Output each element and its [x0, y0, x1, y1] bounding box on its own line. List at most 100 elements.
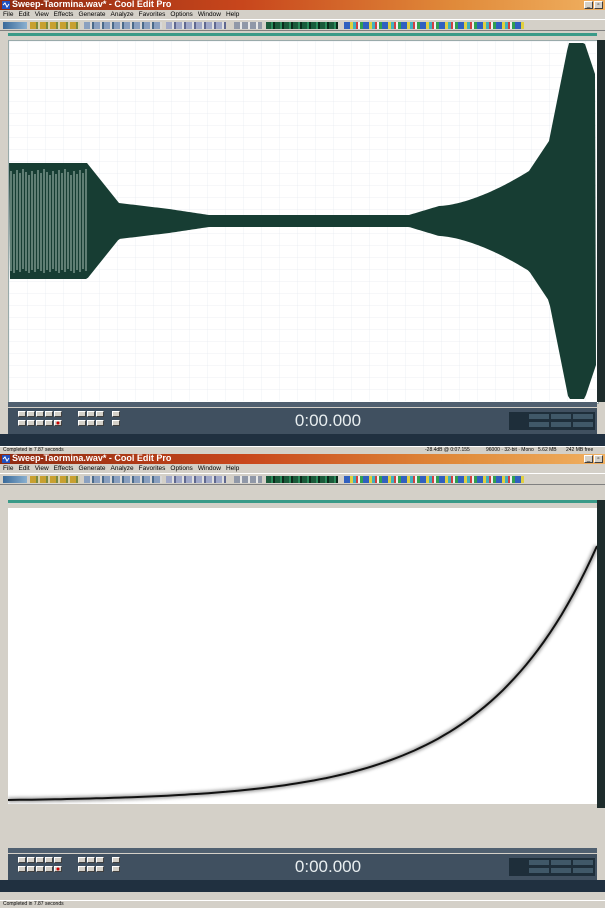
loop-button[interactable]: [54, 411, 62, 417]
time-ruler: [8, 402, 597, 407]
time-ruler: [8, 848, 597, 853]
toolbar-button-view-group[interactable]: [166, 476, 226, 483]
zoom-vertical-in-button[interactable]: [112, 857, 120, 863]
menu-file[interactable]: File: [3, 464, 13, 473]
selection-begin-field[interactable]: [529, 860, 549, 865]
zoom-left-button[interactable]: [78, 420, 86, 426]
menu-window[interactable]: Window: [198, 464, 221, 473]
rewind-button[interactable]: [27, 866, 35, 872]
menu-options[interactable]: Options: [170, 10, 192, 19]
play-to-end-button[interactable]: [45, 411, 53, 417]
window-title: Sweep-Taormina.wav* - Cool Edit Pro: [12, 0, 172, 9]
restore-button[interactable]: ▫: [594, 1, 603, 9]
minimize-button[interactable]: _: [584, 1, 593, 9]
menu-help[interactable]: Help: [226, 10, 239, 19]
menu-edit[interactable]: Edit: [18, 10, 29, 19]
toolbar-button-multitrack[interactable]: [3, 476, 27, 483]
restore-button[interactable]: ▫: [594, 455, 603, 463]
zoom-selection-button[interactable]: [96, 420, 104, 426]
title-bar[interactable]: Sweep-Taormina.wav* - Cool Edit Pro _ ▫: [0, 453, 605, 464]
selection-view-panel: [509, 858, 595, 876]
pause-button[interactable]: [36, 411, 44, 417]
play-button[interactable]: [27, 857, 35, 863]
toolbar-button-zoom-group[interactable]: [234, 22, 262, 29]
menu-bar: File Edit View Effects Generate Analyze …: [0, 10, 605, 19]
menu-analyze[interactable]: Analyze: [111, 464, 134, 473]
title-bar[interactable]: Sweep-Taormina.wav* - Cool Edit Pro _ ▫: [0, 0, 605, 10]
toolbar-button-file-group[interactable]: [30, 476, 80, 483]
stop-button[interactable]: [18, 857, 26, 863]
selection-end-field[interactable]: [551, 414, 571, 419]
view-end-field[interactable]: [551, 868, 571, 873]
toolbar-button-edit-group[interactable]: [84, 22, 162, 29]
rewind-button[interactable]: [27, 420, 35, 426]
view-length-field[interactable]: [573, 868, 593, 873]
menu-favorites[interactable]: Favorites: [139, 10, 166, 19]
selection-begin-field[interactable]: [529, 414, 549, 419]
go-to-start-button[interactable]: [18, 866, 26, 872]
menu-view[interactable]: View: [35, 464, 49, 473]
record-icon: [56, 867, 60, 871]
fast-forward-button[interactable]: [36, 866, 44, 872]
pause-button[interactable]: [36, 857, 44, 863]
zoom-right-button[interactable]: [87, 866, 95, 872]
toolbar-button-zoom-group[interactable]: [234, 476, 262, 483]
selection-end-field[interactable]: [551, 860, 571, 865]
toolbar-button-file-group[interactable]: [30, 22, 80, 29]
view-end-field[interactable]: [551, 422, 571, 427]
menu-effects[interactable]: Effects: [54, 10, 74, 19]
view-length-field[interactable]: [573, 422, 593, 427]
overview-bar[interactable]: [8, 500, 597, 503]
loop-button[interactable]: [54, 857, 62, 863]
menu-generate[interactable]: Generate: [78, 10, 105, 19]
view-begin-field[interactable]: [529, 422, 549, 427]
zoom-in-button[interactable]: [87, 411, 95, 417]
minimize-button[interactable]: _: [584, 455, 593, 463]
zoom-vertical-in-button[interactable]: [112, 411, 120, 417]
zoom-in-full-button[interactable]: [78, 411, 86, 417]
view-begin-field[interactable]: [529, 868, 549, 873]
record-button[interactable]: [54, 420, 62, 426]
menu-effects[interactable]: Effects: [54, 464, 74, 473]
cool-edit-app-icon: [2, 455, 10, 463]
go-to-end-button[interactable]: [45, 420, 53, 426]
menu-options[interactable]: Options: [170, 464, 192, 473]
menu-generate[interactable]: Generate: [78, 464, 105, 473]
menu-view[interactable]: View: [35, 10, 49, 19]
selection-length-field[interactable]: [573, 860, 593, 865]
spectral-display[interactable]: [7, 508, 600, 804]
zoom-out-button[interactable]: [96, 857, 104, 863]
zoom-out-button[interactable]: [96, 411, 104, 417]
toolbar-button-effects-group[interactable]: [266, 476, 338, 483]
go-to-start-button[interactable]: [18, 420, 26, 426]
zoom-in-button[interactable]: [87, 857, 95, 863]
record-button[interactable]: [54, 866, 62, 872]
waveform-display[interactable]: [8, 40, 599, 404]
menu-window[interactable]: Window: [198, 10, 221, 19]
zoom-selection-button[interactable]: [96, 866, 104, 872]
toolbar-button-effects-group[interactable]: [266, 22, 338, 29]
transport-panel: 0:00.000: [8, 854, 597, 880]
zoom-left-button[interactable]: [78, 866, 86, 872]
menu-edit[interactable]: Edit: [18, 464, 29, 473]
stop-button[interactable]: [18, 411, 26, 417]
play-button[interactable]: [27, 411, 35, 417]
toolbar-button-analyze-group[interactable]: [344, 22, 524, 29]
play-to-end-button[interactable]: [45, 857, 53, 863]
toolbar-button-analyze-group[interactable]: [344, 476, 524, 483]
menu-file[interactable]: File: [3, 10, 13, 19]
selection-length-field[interactable]: [573, 414, 593, 419]
menu-analyze[interactable]: Analyze: [111, 10, 134, 19]
toolbar-button-multitrack[interactable]: [3, 22, 27, 29]
overview-bar[interactable]: [8, 33, 597, 36]
toolbar-button-edit-group[interactable]: [84, 476, 162, 483]
zoom-vertical-out-button[interactable]: [112, 866, 120, 872]
menu-help[interactable]: Help: [226, 464, 239, 473]
zoom-vertical-out-button[interactable]: [112, 420, 120, 426]
fast-forward-button[interactable]: [36, 420, 44, 426]
go-to-end-button[interactable]: [45, 866, 53, 872]
zoom-in-full-button[interactable]: [78, 857, 86, 863]
toolbar-button-view-group[interactable]: [166, 22, 226, 29]
menu-favorites[interactable]: Favorites: [139, 464, 166, 473]
zoom-right-button[interactable]: [87, 420, 95, 426]
